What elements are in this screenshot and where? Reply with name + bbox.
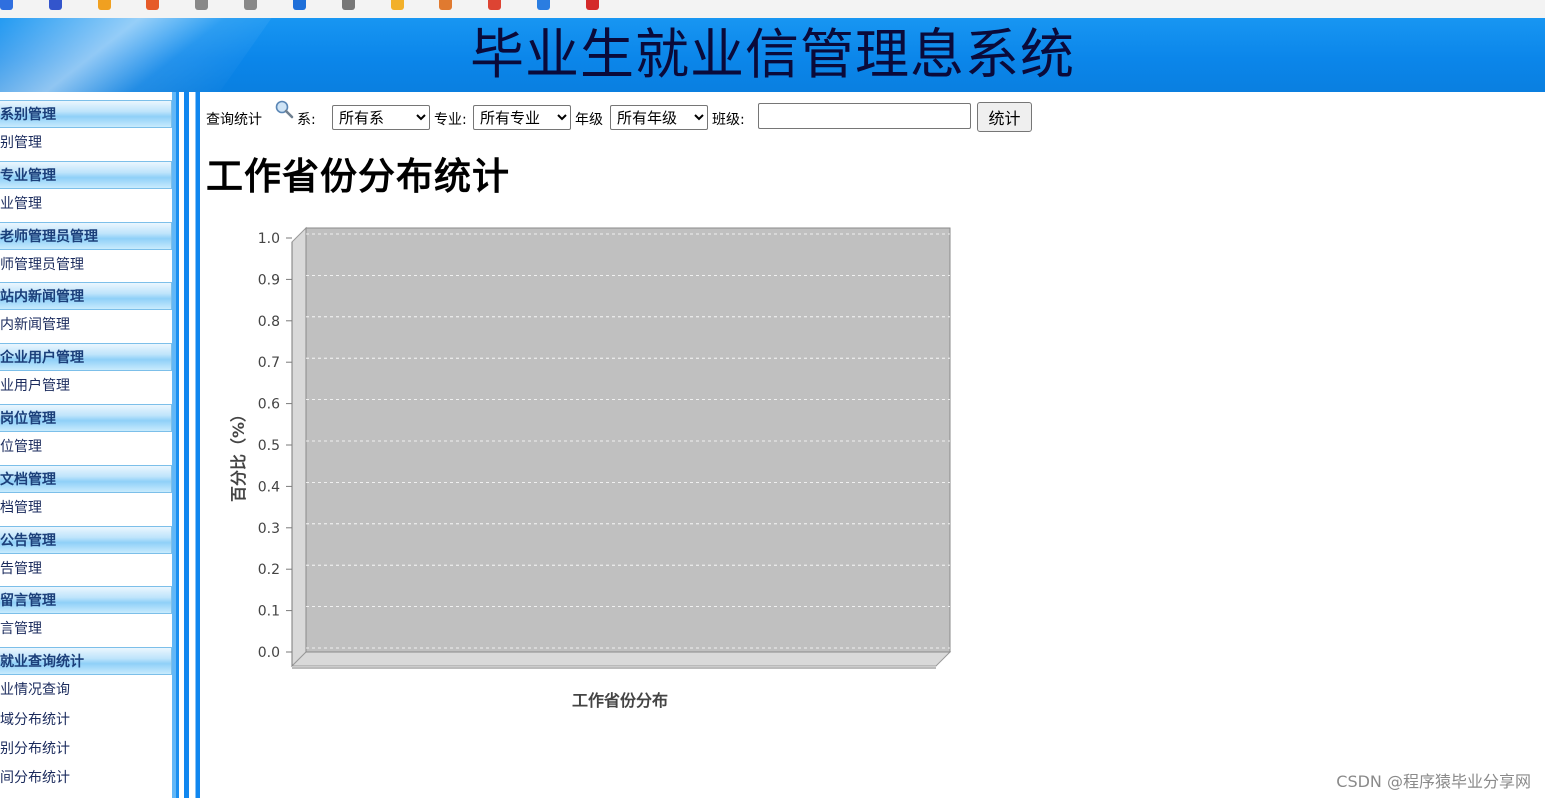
sidebar-item[interactable]: 档管理 xyxy=(0,494,172,522)
stats-submit-button[interactable]: 统计 xyxy=(977,102,1032,132)
bookmark-item[interactable] xyxy=(97,0,117,10)
sidebar-group-header[interactable]: 企业用户管理 xyxy=(0,343,172,372)
system-title: 毕业生就业信管理息系统 xyxy=(470,23,1075,86)
content-frame-border xyxy=(184,92,200,798)
major-select[interactable]: 所有专业 xyxy=(473,105,571,130)
bookmark-icon xyxy=(585,0,599,10)
y-tick-label: 0.6 xyxy=(258,397,280,413)
y-tick-label: 0.9 xyxy=(258,272,280,288)
sidebar-menu: 系别管理 别管理专业管理 业管理老师管理员管理 师管理员管理 站内新闻管理 内新闻管理企业… xyxy=(0,92,179,798)
sidebar-item[interactable]: 间分布统计 xyxy=(0,764,172,792)
bookmark-item[interactable] xyxy=(439,0,458,10)
bookmark-icon xyxy=(146,0,160,10)
y-tick-label: 0.2 xyxy=(258,562,280,578)
x-axis-label: 工作省份分布 xyxy=(572,691,668,710)
sidebar-group-header[interactable]: 老师管理员管理 xyxy=(0,221,172,250)
sidebar-item[interactable]: 业管理 xyxy=(0,190,172,218)
search-icon xyxy=(275,100,294,119)
sidebar-item[interactable]: 位管理 xyxy=(0,433,172,461)
page-title: 工作省份分布统计 xyxy=(206,155,510,198)
province-distribution-chart: 0.0 0.1 0.2 0.3 0.4 0.5 0.6 0.7 0.8 0.9 1.0 工作省份分布 百… xyxy=(229,226,952,710)
sidebar-item[interactable]: 域分布统计 xyxy=(0,706,172,734)
bookmark-icon xyxy=(488,0,502,10)
sidebar-group-header[interactable]: 文档管理 xyxy=(0,464,172,493)
y-tick-label: 0.5 xyxy=(258,438,280,454)
sidebar-group-header[interactable]: 专业管理 xyxy=(0,160,172,189)
sidebar-item[interactable]: 告管理 xyxy=(0,555,172,583)
sidebar-item[interactable]: 别分布统计 xyxy=(0,735,172,763)
bookmark-item[interactable] xyxy=(585,0,605,10)
department-select[interactable]: 所有系 xyxy=(332,105,430,130)
grade-label: 年级 xyxy=(575,112,603,128)
y-tick-label: 1.0 xyxy=(258,231,280,247)
sidebar-group-header[interactable]: 系别管理 xyxy=(0,100,172,128)
class-label: 班级: xyxy=(712,112,745,128)
y-tick-label: 0.4 xyxy=(258,479,280,495)
bookmark-item[interactable] xyxy=(537,0,556,10)
bookmark-item[interactable] xyxy=(0,0,19,10)
class-input[interactable] xyxy=(758,103,971,129)
bookmark-item[interactable] xyxy=(341,0,361,10)
y-tick-label: 0.3 xyxy=(258,521,280,537)
query-stats-label: 查询统计 xyxy=(206,112,262,128)
sidebar-group-header[interactable]: 站内新闻管理 xyxy=(0,282,172,311)
sidebar-edge xyxy=(172,92,176,798)
y-tick-label: 0.8 xyxy=(258,314,280,330)
sidebar-item[interactable]: 业情况查询 xyxy=(0,676,172,704)
sidebar-item[interactable]: 言管理 xyxy=(0,615,172,643)
y-tick-label: 0.7 xyxy=(258,355,280,371)
bookmark-item[interactable] xyxy=(195,0,214,10)
site-header: 毕业生就业信管理息系统 xyxy=(0,18,1545,92)
y-tick-label: 0.1 xyxy=(258,604,280,620)
sidebar-group-header[interactable]: 留言管理 xyxy=(0,586,172,615)
bookmark-icon xyxy=(537,0,551,10)
major-label: 专业: xyxy=(434,112,467,128)
y-axis-label: 百分比（%） xyxy=(229,406,248,502)
bookmark-icon xyxy=(48,0,62,10)
bookmark-item[interactable] xyxy=(390,0,410,10)
grade-select[interactable]: 所有年级 xyxy=(610,105,708,130)
sidebar-item[interactable]: 师管理员管理 xyxy=(0,251,172,279)
sidebar-item[interactable]: 别管理 xyxy=(0,129,172,157)
bookmark-item[interactable] xyxy=(488,0,507,10)
y-tick-label: 0.0 xyxy=(258,645,280,661)
bookmark-item[interactable] xyxy=(292,0,312,10)
sidebar-group-header[interactable]: 就业查询统计 xyxy=(0,647,172,676)
sidebar-item[interactable]: 内新闻管理 xyxy=(0,311,172,339)
chart-floor xyxy=(290,651,952,667)
bookmark-icon xyxy=(0,0,13,10)
sidebar-item[interactable]: 业用户管理 xyxy=(0,372,172,400)
chart-plot-area xyxy=(305,227,951,653)
bookmark-icon xyxy=(195,0,209,10)
bookmark-icon xyxy=(97,0,111,10)
department-label: 系: xyxy=(297,112,316,128)
bookmarks-bar xyxy=(0,0,1545,19)
bookmark-item[interactable] xyxy=(244,0,263,10)
sidebar-group-header[interactable]: 岗位管理 xyxy=(0,404,172,432)
sidebar-group-header[interactable]: 公告管理 xyxy=(0,525,172,554)
bookmark-icon xyxy=(292,0,306,10)
bookmark-item[interactable] xyxy=(48,0,68,10)
bookmark-icon xyxy=(390,0,404,10)
chart-side-wall xyxy=(291,226,307,668)
bookmark-item[interactable] xyxy=(146,0,165,10)
bookmark-icon xyxy=(244,0,258,10)
bookmark-icon xyxy=(439,0,453,10)
bookmark-icon xyxy=(341,0,355,10)
watermark: CSDN @程序猿毕业分享网 xyxy=(1336,772,1531,791)
